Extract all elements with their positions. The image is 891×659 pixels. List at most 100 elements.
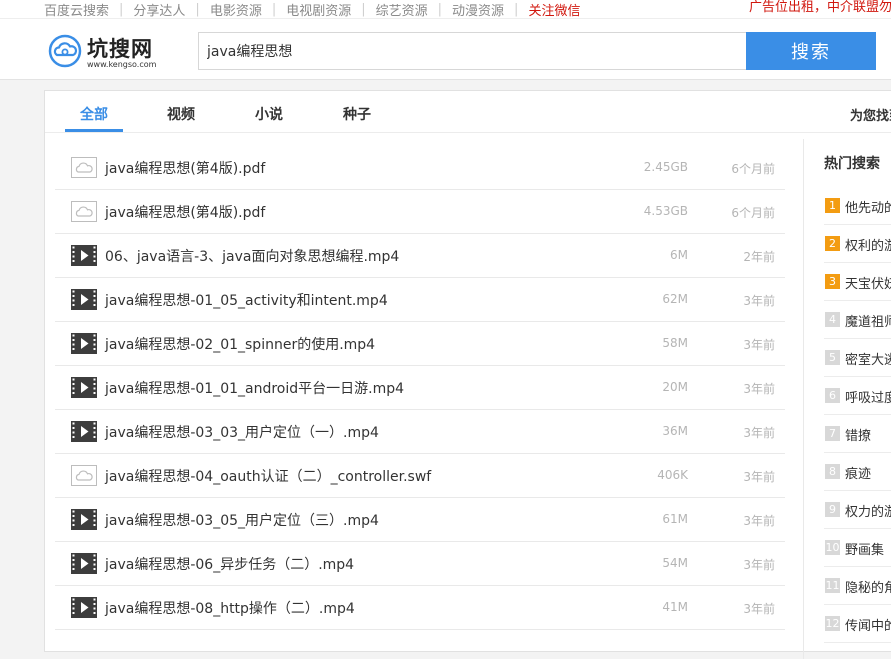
result-row[interactable]: java编程思想-08_http操作（二）.mp4 41M 3年前 — [55, 586, 785, 630]
hot-search-text[interactable]: 野画集 — [845, 539, 884, 558]
result-row[interactable]: 06、java语言-3、java面向对象思想编程.mp4 6M 2年前 — [55, 234, 785, 278]
top-link-separator: | — [271, 1, 277, 17]
rank-badge: 1 — [825, 198, 840, 213]
top-link-separator: | — [361, 1, 366, 17]
rank-badge: 9 — [825, 502, 840, 517]
tab-novel[interactable]: 小说 — [255, 104, 283, 124]
hot-search-text[interactable]: 天宝伏妖录 — [845, 273, 891, 292]
result-file-size: 20M — [662, 380, 688, 394]
cloud-file-icon — [71, 201, 97, 222]
top-link-bar: 百度云搜索 | 分享达人 | 电影资源 | 电视剧资源 | 综艺资源 | 动漫资源 | 关注微信 广告位… — [0, 0, 891, 19]
ad-notice-link[interactable]: 广告位出租，中介联盟勿扰 — [749, 0, 891, 18]
tab-torrent[interactable]: 种子 — [343, 104, 371, 124]
result-row[interactable]: java编程思想-03_05_用户定位（三）.mp4 61M 3年前 — [55, 498, 785, 542]
result-row[interactable]: java编程思想-02_01_spinner的使用.mp4 58M 3年前 — [55, 322, 785, 366]
hot-search-item[interactable]: 7 错撩 — [824, 415, 891, 453]
logo-name: 坑搜网 — [87, 37, 153, 61]
hot-search-text[interactable]: 权力的游戏 — [845, 501, 891, 520]
hot-search-item[interactable]: 5 密室大逃脱 — [824, 339, 891, 377]
tab-all[interactable]: 全部 — [80, 104, 108, 124]
top-link-separator: | — [195, 1, 200, 17]
result-row[interactable]: java编程思想-03_03_用户定位（一）.mp4 36M 3年前 — [55, 410, 785, 454]
hot-search-item[interactable]: 1 他先动的心 — [824, 187, 891, 225]
hot-search-item[interactable]: 2 权利的游戏 — [824, 225, 891, 263]
hot-search-text[interactable]: 传闻中的陈芊芊 — [845, 615, 891, 634]
result-file-size: 41M — [662, 600, 688, 614]
result-file-name[interactable]: 06、java语言-3、java面向对象思想编程.mp4 — [105, 246, 399, 266]
result-file-name[interactable]: java编程思想-08_http操作（二）.mp4 — [105, 598, 355, 618]
result-file-size: 58M — [662, 336, 688, 350]
hot-search-text[interactable]: 权利的游戏 — [845, 235, 891, 254]
hot-search-item[interactable]: 9 权力的游戏 — [824, 491, 891, 529]
result-row[interactable]: java编程思想(第4版).pdf 2.45GB 6个月前 — [55, 146, 785, 190]
result-file-name[interactable]: java编程思想-03_05_用户定位（三）.mp4 — [105, 510, 379, 530]
hot-search-text[interactable]: 呼吸过度 — [845, 387, 891, 406]
hot-search-text[interactable]: 密室大逃脱 — [845, 349, 891, 368]
hot-search-text[interactable]: 痕迹 — [845, 463, 871, 482]
top-link[interactable]: 关注微信 — [528, 0, 580, 19]
result-file-size: 4.53GB — [643, 204, 688, 218]
video-file-icon — [71, 553, 97, 574]
video-file-icon — [71, 597, 97, 618]
hot-search-text[interactable]: 魔道祖师 — [845, 311, 891, 330]
search-button[interactable]: 搜索 — [746, 32, 876, 70]
result-file-size: 6M — [670, 248, 688, 262]
top-link[interactable]: 动漫资源 — [452, 0, 504, 19]
hot-search-text[interactable]: 错撩 — [845, 425, 871, 444]
search-input[interactable] — [198, 32, 746, 70]
hot-search-item[interactable]: 8 痕迹 — [824, 453, 891, 491]
top-link[interactable]: 综艺资源 — [376, 0, 428, 19]
result-row[interactable]: java编程思想-01_01_android平台一日游.mp4 20M 3年前 — [55, 366, 785, 410]
result-file-time: 3年前 — [743, 294, 775, 308]
result-file-name[interactable]: java编程思想-06_异步任务（二）.mp4 — [105, 554, 354, 574]
result-file-time: 3年前 — [743, 470, 775, 484]
result-count-text: 为您找到 — [850, 109, 891, 124]
result-file-name[interactable]: java编程思想(第4版).pdf — [105, 158, 265, 178]
result-file-time: 3年前 — [743, 426, 775, 440]
top-link[interactable]: 百度云搜索 — [44, 0, 109, 19]
hot-search-item[interactable]: 3 天宝伏妖录 — [824, 263, 891, 301]
video-file-icon — [71, 333, 97, 354]
video-file-icon — [71, 289, 97, 310]
result-file-name[interactable]: java编程思想-04_oauth认证（二）_controller.swf — [105, 466, 431, 486]
top-link[interactable]: 电视剧资源 — [286, 0, 351, 19]
hot-search-item[interactable]: 11 隐秘的角落 — [824, 567, 891, 605]
cloud-file-icon — [71, 465, 97, 486]
hot-search-item[interactable]: 10 野画集 — [824, 529, 891, 567]
result-file-name[interactable]: java编程思想-02_01_spinner的使用.mp4 — [105, 334, 375, 354]
result-file-size: 62M — [662, 292, 688, 306]
rank-badge: 4 — [825, 312, 840, 327]
top-link-separator: | — [437, 1, 443, 17]
hot-search-item[interactable]: 6 呼吸过度 — [824, 377, 891, 415]
result-file-size: 54M — [662, 556, 688, 570]
header: 坑搜网 www.kengso.com 搜索 — [0, 19, 891, 80]
result-row[interactable]: java编程思想-01_05_activity和intent.mp4 62M 3年前 — [55, 278, 785, 322]
result-file-size: 406K — [657, 468, 688, 482]
result-file-time: 6个月前 — [731, 206, 775, 220]
rank-badge: 6 — [825, 388, 840, 403]
result-row[interactable]: java编程思想-06_异步任务（二）.mp4 54M 3年前 — [55, 542, 785, 586]
tab-video[interactable]: 视频 — [167, 104, 195, 124]
result-file-time: 3年前 — [743, 382, 775, 396]
result-row[interactable]: java编程思想-04_oauth认证（二）_controller.swf 406… — [55, 454, 785, 498]
result-file-name[interactable]: java编程思想-01_01_android平台一日游.mp4 — [105, 378, 404, 398]
result-file-time: 3年前 — [743, 558, 775, 572]
result-file-name[interactable]: java编程思想(第4版).pdf — [105, 202, 265, 222]
hot-search-text[interactable]: 他先动的心 — [845, 197, 891, 216]
result-file-name[interactable]: java编程思想-01_05_activity和intent.mp4 — [105, 290, 388, 310]
result-row[interactable]: java编程思想(第4版).pdf 4.53GB 6个月前 — [55, 190, 785, 234]
result-file-time: 3年前 — [743, 602, 775, 616]
hot-search-item[interactable]: 12 传闻中的陈芊芊 — [824, 605, 891, 643]
video-file-icon — [71, 377, 97, 398]
top-link[interactable]: 分享达人 — [133, 0, 185, 19]
hot-search-text[interactable]: 隐秘的角落 — [845, 577, 891, 596]
video-file-icon — [71, 421, 97, 442]
hot-search-item[interactable]: 4 魔道祖师 — [824, 301, 891, 339]
result-file-time: 3年前 — [743, 514, 775, 528]
video-file-icon — [71, 509, 97, 530]
result-list: java编程思想(第4版).pdf 2.45GB 6个月前 java编程思想(第4版)… — [55, 146, 785, 630]
result-file-time: 2年前 — [743, 250, 775, 264]
site-logo[interactable]: 坑搜网 www.kengso.com — [47, 33, 167, 73]
result-file-name[interactable]: java编程思想-03_03_用户定位（一）.mp4 — [105, 422, 379, 442]
top-link[interactable]: 电影资源 — [210, 0, 262, 19]
